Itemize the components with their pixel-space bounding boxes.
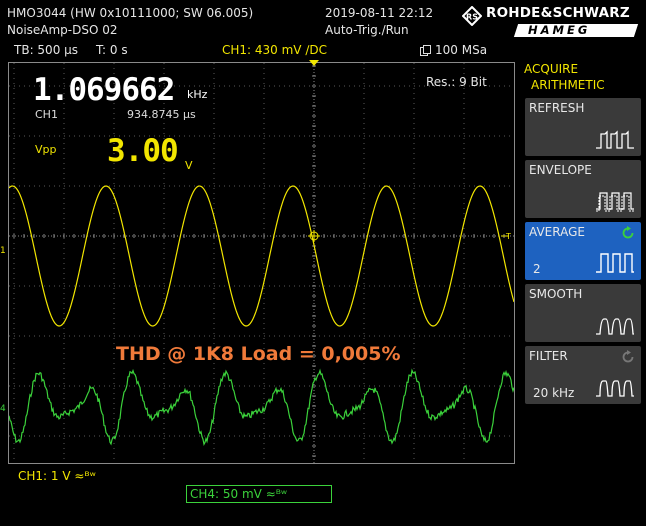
graticule: T	[9, 63, 514, 463]
trigger-level-marker: T	[501, 232, 511, 241]
softkey-label: AVERAGE	[529, 225, 585, 239]
softkey-label: FILTER	[529, 349, 568, 363]
average-count: 2	[533, 262, 541, 276]
vpp-label: Vpp	[35, 143, 57, 156]
rotate-knob-icon	[622, 226, 634, 239]
thd-annotation: THD @ 1K8 Load = 0,005%	[116, 343, 401, 365]
softkey-refresh[interactable]: REFRESH	[525, 98, 641, 156]
ch1-waveform	[9, 185, 514, 327]
ch1-trigger-level[interactable]: CH1: 430 mV ∕DC	[222, 43, 327, 57]
frequency-source: CH1	[35, 108, 58, 121]
menu-title: ACQUIRE	[524, 62, 579, 76]
ch1-scale[interactable]: CH1: 1 V ≈ᴮʷ	[18, 469, 96, 483]
timebase[interactable]: TB: 500 µs	[14, 43, 78, 57]
svg-text:T: T	[505, 232, 511, 241]
rotate-knob-inactive-icon	[622, 350, 634, 363]
trigger-position-icon	[308, 230, 320, 242]
vpp-readout: 3.00	[107, 133, 179, 169]
waveform-display[interactable]: T 1.069662 kHz CH1 934.8745 µs Res.: 9 B…	[8, 62, 515, 464]
sample-rate: 100 MSa	[435, 43, 488, 57]
smooth-waveform-icon	[596, 318, 634, 335]
envelope-waveform-icon	[596, 192, 634, 212]
rs-diamond-icon: RS	[462, 6, 482, 26]
brand-top: ROHDE&SCHWARZ	[486, 5, 630, 21]
rohde-schwarz-logo: RS ROHDE&SCHWARZ HAMEG	[460, 4, 644, 40]
softkey-label: SMOOTH	[529, 287, 583, 301]
refresh-waveform-icon	[596, 130, 634, 149]
svg-text:RS: RS	[466, 13, 478, 22]
ch4-ground-marker[interactable]: 4	[0, 404, 6, 414]
trigger-time[interactable]: T: 0 s	[96, 43, 128, 57]
memory-icon	[420, 45, 431, 56]
frequency-readout: 1.069662	[33, 72, 175, 108]
trigger-mode: Auto-Trig./Run	[325, 23, 409, 37]
softkey-average[interactable]: AVERAGE 2	[525, 222, 641, 280]
filter-waveform-icon	[596, 380, 634, 397]
softkey-label: ENVELOPE	[529, 163, 592, 177]
instrument-model: HMO3044 (HW 0x10111000; SW 06.005)	[7, 6, 254, 20]
vpp-unit: V	[185, 159, 193, 172]
acquire-menu: ACQUIRE ARITHMETIC REFRESH ENVELOPE AVER…	[518, 60, 646, 466]
filter-frequency: 20 kHz	[533, 386, 575, 400]
trigger-position-arrow-icon	[309, 60, 319, 66]
ch4-scale[interactable]: CH4: 50 mV ≈ᴮʷ	[186, 485, 332, 503]
menu-subtitle: ARITHMETIC	[531, 78, 605, 92]
frequency-unit: kHz	[187, 88, 208, 101]
status-bar: TB: 500 µs T: 0 s CH1: 430 mV ∕DC 100 MS…	[0, 42, 646, 60]
average-waveform-icon	[596, 253, 634, 273]
brand-bottom: HAMEG	[528, 23, 591, 37]
period-readout: 934.8745 µs	[127, 108, 196, 121]
project-name: NoiseAmp-DSO 02	[7, 23, 118, 37]
softkey-filter[interactable]: FILTER 20 kHz	[525, 346, 641, 404]
ch1-ground-marker[interactable]: 1	[0, 246, 6, 256]
softkey-envelope[interactable]: ENVELOPE	[525, 160, 641, 218]
datetime: 2019-08-11 22:12	[325, 6, 434, 20]
ch4-waveform	[9, 368, 514, 446]
softkey-label: REFRESH	[529, 101, 585, 115]
resolution: Res.: 9 Bit	[426, 75, 487, 89]
softkey-smooth[interactable]: SMOOTH	[525, 284, 641, 342]
